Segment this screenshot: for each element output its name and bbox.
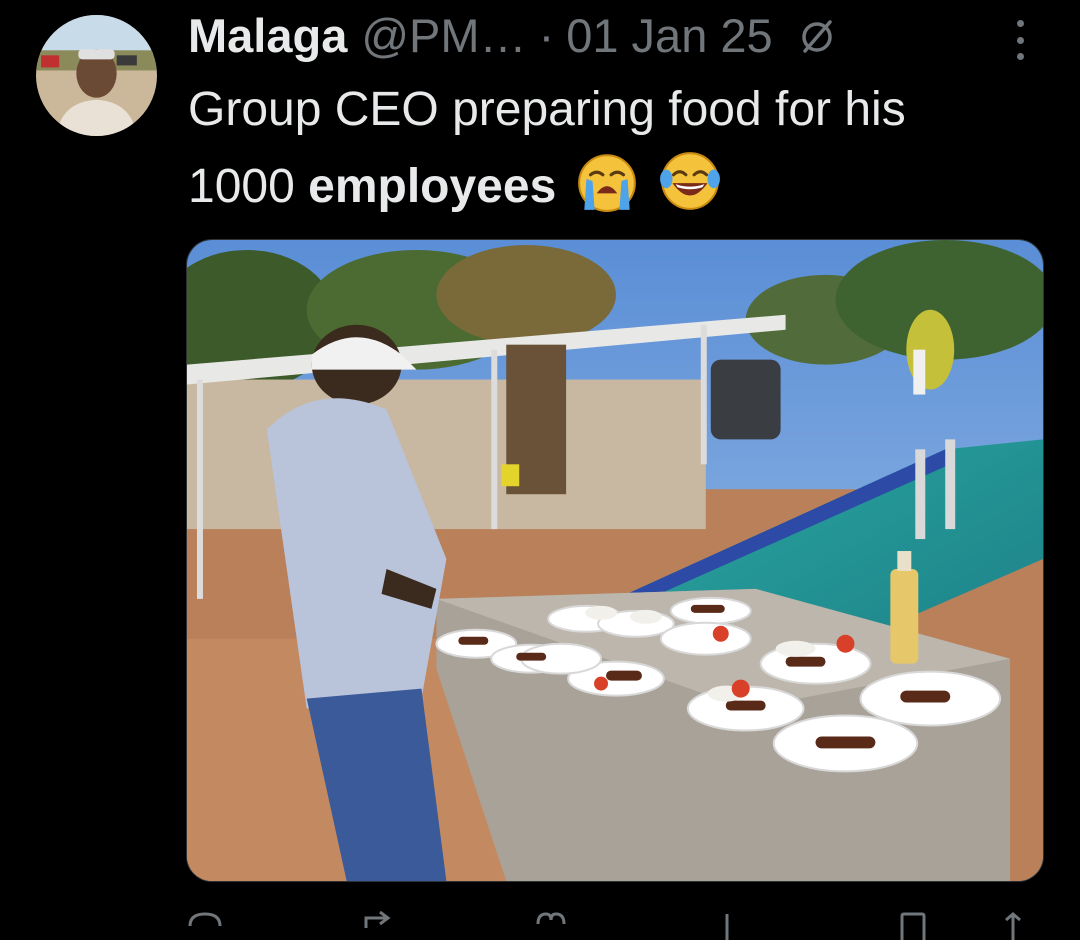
tweet-date[interactable]: 01 Jan 25 <box>566 8 772 64</box>
author-avatar[interactable] <box>36 15 157 136</box>
avatar-photo <box>36 15 157 136</box>
author-display-name[interactable]: Malaga <box>188 8 347 64</box>
tweet-text-bold: employees <box>308 160 557 213</box>
tweet-media-photo[interactable] <box>186 239 1044 882</box>
retweet-icon[interactable] <box>358 910 396 940</box>
face-with-tears-of-joy-emoji-icon <box>660 152 720 210</box>
tweet-text: Group CEO preparing food for his 1000 em… <box>188 72 1018 225</box>
reply-icon[interactable] <box>186 910 224 940</box>
share-icon[interactable] <box>994 910 1032 940</box>
bookmark-icon[interactable] <box>894 910 932 940</box>
photo-scene <box>187 240 1043 881</box>
views-icon[interactable] <box>708 910 746 940</box>
edit-slash-icon <box>801 20 832 53</box>
header-separator: · <box>538 9 555 62</box>
loudly-crying-face-emoji-icon <box>577 154 636 212</box>
more-options-icon[interactable] <box>1004 20 1036 60</box>
author-handle[interactable]: @PM… <box>361 8 526 64</box>
like-icon[interactable] <box>532 910 570 940</box>
tweet-header: Malaga @PM… · 01 Jan 25 <box>188 8 837 64</box>
tweet-action-bar <box>186 906 1026 940</box>
